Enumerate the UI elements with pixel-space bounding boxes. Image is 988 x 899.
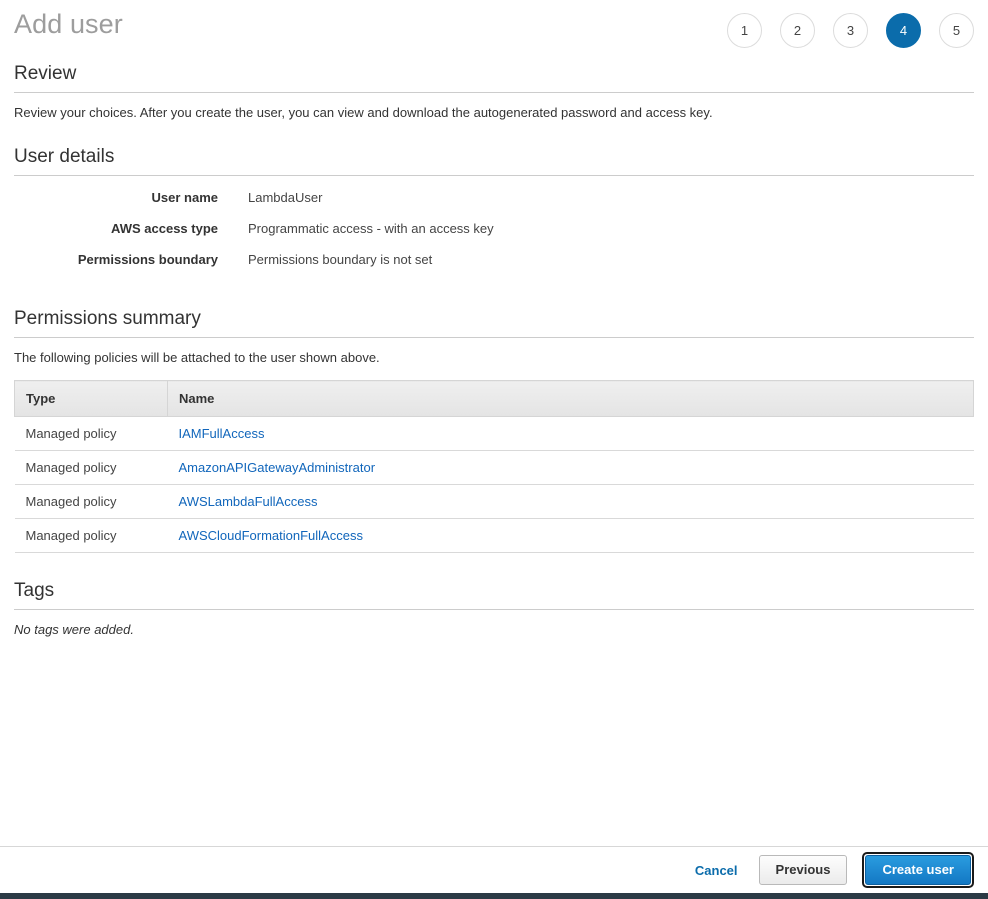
table-row: Managed policy AWSCloudFormationFullAcce…: [14, 518, 974, 553]
detail-label: Permissions boundary: [77, 252, 218, 267]
cell-policy-name: AmazonAPIGatewayAdministrator: [167, 450, 974, 485]
permissions-summary-heading: Permissions summary: [14, 308, 201, 329]
detail-label: User name: [151, 190, 218, 205]
review-description: Review your choices. After you create th…: [14, 105, 713, 120]
cell-policy-type: Managed policy: [14, 518, 168, 553]
previous-button[interactable]: Previous: [758, 855, 848, 885]
detail-row-permissions-boundary: Permissions boundary Permissions boundar…: [14, 252, 974, 283]
policy-table-head: Type Name: [14, 380, 974, 417]
column-header-name[interactable]: Name: [167, 380, 974, 417]
detail-value: Permissions boundary is not set: [248, 252, 433, 267]
step-indicator-1[interactable]: 1: [727, 13, 762, 48]
policy-link[interactable]: AmazonAPIGatewayAdministrator: [179, 460, 376, 475]
policy-link[interactable]: AWSLambdaFullAccess: [179, 494, 318, 509]
step-indicator-5[interactable]: 5: [939, 13, 974, 48]
step-indicator-2[interactable]: 2: [780, 13, 815, 48]
page-title: Add user: [14, 9, 123, 39]
detail-row-access-type: AWS access type Programmatic access - wi…: [14, 221, 974, 252]
tags-empty-text: No tags were added.: [14, 622, 134, 637]
permissions-summary-description: The following policies will be attached …: [14, 350, 380, 365]
tags-heading: Tags: [14, 580, 55, 601]
table-row: Managed policy AWSLambdaFullAccess: [14, 484, 974, 519]
review-heading: Review: [14, 63, 77, 84]
column-header-type[interactable]: Type: [14, 380, 168, 417]
step-indicator: 1 2 3 4 5: [727, 13, 974, 48]
tags-section: Tags No tags were added.: [14, 553, 974, 637]
page-header: Add user 1 2 3 4 5: [0, 0, 988, 62]
table-row: Managed policy IAMFullAccess: [14, 416, 974, 451]
footer-action-bar: Cancel Previous Create user: [0, 846, 988, 893]
user-details-heading: User details: [14, 146, 115, 167]
cell-policy-type: Managed policy: [14, 484, 168, 519]
cell-policy-type: Managed policy: [14, 450, 168, 485]
policy-link[interactable]: AWSCloudFormationFullAccess: [179, 528, 363, 543]
policy-table: Type Name Managed policy IAMFullAccess M…: [14, 380, 974, 553]
spacer-user-details: [14, 283, 974, 307]
policy-table-body: Managed policy IAMFullAccess Managed pol…: [14, 416, 974, 553]
detail-row-user-name: User name LambdaUser: [14, 190, 974, 221]
cell-policy-name: IAMFullAccess: [167, 416, 974, 451]
cancel-button[interactable]: Cancel: [689, 863, 744, 878]
main-content: Review Review your choices. After you cr…: [0, 62, 988, 637]
bottom-status-bar: [0, 893, 988, 899]
policy-link[interactable]: IAMFullAccess: [179, 426, 265, 441]
detail-value: Programmatic access - with an access key: [248, 221, 494, 236]
create-user-focus-ring: Create user: [862, 852, 974, 888]
create-user-button[interactable]: Create user: [865, 855, 971, 885]
table-row: Managed policy AmazonAPIGatewayAdministr…: [14, 450, 974, 485]
cell-policy-name: AWSCloudFormationFullAccess: [167, 518, 974, 553]
spacer-review: [14, 121, 974, 145]
detail-value: LambdaUser: [248, 190, 323, 205]
cell-policy-type: Managed policy: [14, 416, 168, 451]
policy-table-header-row: Type Name: [14, 380, 974, 417]
step-indicator-3[interactable]: 3: [833, 13, 868, 48]
cell-policy-name: AWSLambdaFullAccess: [167, 484, 974, 519]
user-details-list: User name LambdaUser AWS access type Pro…: [14, 176, 974, 283]
detail-label: AWS access type: [111, 221, 218, 236]
step-indicator-4[interactable]: 4: [886, 13, 921, 48]
